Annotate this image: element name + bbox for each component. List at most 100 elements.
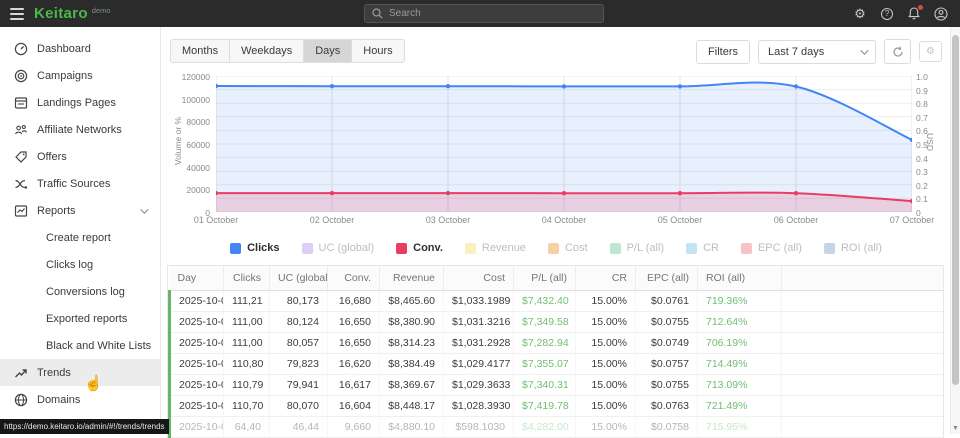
- sidebar-item-landings-pages[interactable]: Landings Pages: [0, 89, 160, 116]
- column-header[interactable]: ROI (all): [698, 266, 782, 291]
- table-row[interactable]: 2025-10-01111,2180,17316,680$8,465.60$1,…: [170, 291, 944, 312]
- sidebar-item-create-report[interactable]: Create report: [0, 224, 160, 251]
- search-box[interactable]: [364, 4, 604, 23]
- table-cell: $4,880.10: [380, 417, 444, 438]
- y-tick-left: 100000: [182, 95, 210, 105]
- scrollbar-down-arrow[interactable]: ▼: [952, 425, 959, 432]
- legend-item-roi-all-[interactable]: ROI (all): [824, 242, 882, 254]
- table-cell: 79,823: [270, 354, 328, 375]
- y-tick-left: 120000: [182, 72, 210, 82]
- legend-label: UC (global): [319, 242, 375, 254]
- sidebar-item-reports[interactable]: Reports: [0, 197, 160, 224]
- legend-swatch: [686, 243, 697, 254]
- legend-label: ROI (all): [841, 242, 882, 254]
- chart-plot[interactable]: [216, 76, 912, 212]
- column-header[interactable]: Revenue: [380, 266, 444, 291]
- x-tick-label: 07 October: [890, 215, 935, 225]
- sidebar-item-offers[interactable]: Offers: [0, 143, 160, 170]
- table-row[interactable]: 2025-10-0764,4046,449,660$4,880.10$598.1…: [170, 417, 944, 438]
- column-header[interactable]: Day: [170, 266, 224, 291]
- legend-item-cr[interactable]: CR: [686, 242, 719, 254]
- notifications-bell-icon[interactable]: [907, 7, 921, 21]
- table-cell: 9,660: [328, 417, 380, 438]
- table-cell: $8,384.49: [380, 354, 444, 375]
- legend-swatch: [302, 243, 313, 254]
- table-cell: $0.0757: [636, 354, 698, 375]
- legend-item-cost[interactable]: Cost: [548, 242, 588, 254]
- legend-item-uc-global-[interactable]: UC (global): [302, 242, 375, 254]
- column-header[interactable]: Cost: [444, 266, 514, 291]
- table-cell: $1,029.3633: [444, 375, 514, 396]
- sidebar-item-trends[interactable]: Trends: [0, 359, 160, 386]
- x-tick-label: 05 October: [658, 215, 703, 225]
- table-cell: $8,465.60: [380, 291, 444, 312]
- y-tick-right: 0.2: [916, 181, 928, 191]
- sidebar-item-domains[interactable]: Domains: [0, 386, 160, 413]
- table-row[interactable]: 2025-10-06110,7080,07016,604$8,448.17$1,…: [170, 396, 944, 417]
- table-cell: 16,617: [328, 375, 380, 396]
- column-header[interactable]: EPC (all): [636, 266, 698, 291]
- tab-hours[interactable]: Hours: [352, 40, 403, 62]
- table-cell: 715.95%: [698, 417, 782, 438]
- legend-label: Conv.: [413, 242, 443, 254]
- legend-item-p-l-all-[interactable]: P/L (all): [610, 242, 665, 254]
- legend-swatch: [548, 243, 559, 254]
- settings-gear-icon[interactable]: ⚙: [853, 7, 867, 21]
- y-tick-right: 0.4: [916, 154, 928, 164]
- column-header[interactable]: P/L (all): [514, 266, 576, 291]
- refresh-button[interactable]: [884, 39, 911, 64]
- legend-item-revenue[interactable]: Revenue: [465, 242, 526, 254]
- column-header[interactable]: Clicks: [224, 266, 270, 291]
- sidebar-item-clicks-log[interactable]: Clicks log: [0, 251, 160, 278]
- table-cell: 111,00: [224, 312, 270, 333]
- legend-item-clicks[interactable]: Clicks: [230, 242, 279, 254]
- sidebar-item-dashboard[interactable]: Dashboard: [0, 35, 160, 62]
- filters-button[interactable]: Filters: [696, 40, 750, 64]
- table-row[interactable]: 2025-10-02111,0080,12416,650$8,380.90$1,…: [170, 312, 944, 333]
- tab-days[interactable]: Days: [304, 40, 352, 62]
- legend-label: EPC (all): [758, 242, 802, 254]
- table-cell: $7,349.58: [514, 312, 576, 333]
- sidebar-item-exported-reports[interactable]: Exported reports: [0, 305, 160, 332]
- sidebar-item-label: Trends: [37, 367, 71, 379]
- chart-legend: Clicks UC (global) Conv. Revenue Cost P/L (al…: [162, 233, 950, 263]
- sidebar-item-black-and-white-lists[interactable]: Black and White Lists: [0, 332, 160, 359]
- tab-months[interactable]: Months: [171, 40, 230, 62]
- table-row[interactable]: 2025-10-03111,0080,05716,650$8,314.23$1,…: [170, 333, 944, 354]
- table-row[interactable]: 2025-10-04110,8079,82316,620$8,384.49$1,…: [170, 354, 944, 375]
- table-cell: 79,941: [270, 375, 328, 396]
- menu-icon[interactable]: [2, 0, 32, 27]
- legend-item-conv-[interactable]: Conv.: [396, 242, 443, 254]
- sidebar-item-traffic-sources[interactable]: Traffic Sources: [0, 170, 160, 197]
- table-row[interactable]: 2025-10-05110,7979,94116,617$8,369.67$1,…: [170, 375, 944, 396]
- column-header[interactable]: UC (global): [270, 266, 328, 291]
- table-cell: $0.0758: [636, 417, 698, 438]
- table-cell: 2025-10-04: [170, 354, 224, 375]
- table-cell: $1,028.3930: [444, 396, 514, 417]
- account-icon[interactable]: [934, 7, 948, 21]
- logo-demo-badge: demo: [92, 6, 111, 15]
- sidebar-item-affiliate-networks[interactable]: Affiliate Networks: [0, 116, 160, 143]
- legend-label: P/L (all): [627, 242, 665, 254]
- table-cell: 15.00%: [576, 333, 636, 354]
- table-cell: 15.00%: [576, 417, 636, 438]
- table-cell: 64,40: [224, 417, 270, 438]
- column-header[interactable]: CR: [576, 266, 636, 291]
- sidebar-item-conversions-log[interactable]: Conversions log: [0, 278, 160, 305]
- scrollbar-thumb[interactable]: [952, 35, 959, 385]
- help-icon[interactable]: ?: [880, 7, 894, 21]
- app-logo[interactable]: Keitaro: [34, 5, 88, 22]
- vertical-scrollbar[interactable]: ▼: [950, 27, 960, 434]
- legend-swatch: [465, 243, 476, 254]
- table-cell: 719.36%: [698, 291, 782, 312]
- legend-item-epc-all-[interactable]: EPC (all): [741, 242, 802, 254]
- x-tick-label: 02 October: [310, 215, 355, 225]
- chart-settings-button[interactable]: ⚙: [919, 41, 942, 62]
- tab-weekdays[interactable]: Weekdays: [230, 40, 304, 62]
- table-cell: $7,355.07: [514, 354, 576, 375]
- column-header[interactable]: Conv.: [328, 266, 380, 291]
- search-input[interactable]: [389, 8, 596, 19]
- date-range-select[interactable]: Last 7 days: [758, 40, 876, 64]
- table-cell: 2025-10-05: [170, 375, 224, 396]
- sidebar-item-campaigns[interactable]: Campaigns: [0, 62, 160, 89]
